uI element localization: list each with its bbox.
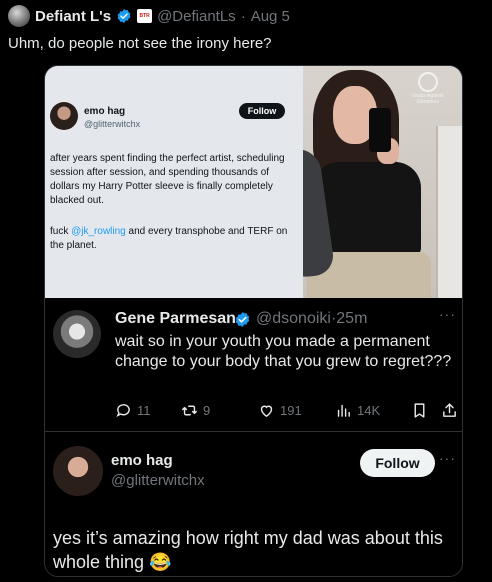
views-count: 14K bbox=[357, 403, 381, 418]
post-date[interactable]: Aug 5 bbox=[251, 8, 290, 25]
screenshot-tweet-card: emo hag @glitterwitchx Follow after year… bbox=[45, 66, 303, 298]
like-count: 191 bbox=[280, 403, 302, 418]
repost-icon bbox=[182, 405, 197, 416]
card-avatar bbox=[50, 102, 78, 130]
card-mention: @jk_rowling bbox=[71, 226, 126, 237]
second-handle: @glitterwitchx bbox=[111, 472, 205, 489]
watermark-logo-icon bbox=[418, 72, 438, 92]
phone-in-photo bbox=[369, 108, 391, 152]
post-header: Defiant L's BTR @DefiantLs · Aug 5 bbox=[8, 5, 290, 27]
watermark-line-2: Groomers bbox=[416, 98, 440, 105]
image-collage: Grass Against Groomers emo hag @glitterw… bbox=[45, 66, 462, 298]
second-tweet: emo hag @glitterwitchx Follow ··· yes it… bbox=[45, 432, 462, 576]
header-separator: · bbox=[240, 7, 246, 25]
reply-time: 25m bbox=[336, 310, 368, 327]
share-icon bbox=[443, 403, 456, 417]
card-text-1: after years spent finding the perfect ar… bbox=[50, 153, 285, 206]
reply-avatar bbox=[53, 310, 101, 358]
attached-image[interactable]: Grass Against Groomers emo hag @glitterw… bbox=[44, 65, 463, 577]
reply-handle-time: @dsonoiki·25m bbox=[256, 310, 367, 328]
author-handle[interactable]: @DefiantLs bbox=[157, 8, 236, 25]
post-text: Uhm, do people not see the irony here? bbox=[8, 35, 272, 52]
second-author-name: emo hag bbox=[111, 452, 173, 469]
card-text-2-prefix: fuck bbox=[50, 226, 72, 237]
reply-count-action: 11 bbox=[115, 402, 151, 419]
views-action: 14K bbox=[335, 402, 380, 419]
card-handle: @glitterwitchx bbox=[84, 119, 141, 129]
reply-author-name: Gene Parmesan bbox=[115, 310, 236, 327]
card-follow-button: Follow bbox=[239, 103, 285, 119]
repost-action: 9 bbox=[181, 402, 210, 419]
card-text-2: fuck @jk_rowling and every transphobe an… bbox=[50, 225, 296, 253]
reply-more-icon: ··· bbox=[439, 306, 456, 322]
reply-tweet: Gene Parmesan @dsonoiki·25m ··· wait so … bbox=[45, 298, 462, 432]
reply-verified-badge-icon bbox=[235, 312, 250, 327]
author-avatar[interactable] bbox=[8, 5, 30, 27]
reply-handle: @dsonoiki bbox=[256, 310, 331, 327]
heart-icon bbox=[260, 405, 273, 418]
second-tweet-text: yes it’s amazing how right my dad was ab… bbox=[53, 528, 443, 572]
share-action bbox=[441, 402, 458, 419]
reply-text: wait so in your youth you made a permane… bbox=[115, 333, 452, 370]
reply-count: 11 bbox=[137, 403, 151, 418]
views-bar-chart-icon bbox=[337, 404, 350, 417]
verified-badge-icon bbox=[117, 9, 131, 23]
second-avatar bbox=[53, 446, 103, 496]
affiliate-badge-icon[interactable]: BTR bbox=[137, 9, 153, 23]
like-action: 191 bbox=[258, 402, 302, 419]
card-name: emo hag bbox=[84, 106, 126, 117]
watermark: Grass Against Groomers bbox=[404, 72, 452, 106]
second-follow-button: Follow bbox=[360, 449, 435, 477]
author-name[interactable]: Defiant L's bbox=[35, 8, 111, 25]
reply-icon bbox=[116, 404, 130, 417]
photo-shelf bbox=[436, 126, 462, 298]
bookmark-icon bbox=[414, 403, 425, 418]
repost-count: 9 bbox=[203, 403, 211, 418]
reply-action-bar: 11 9 191 14K bbox=[115, 402, 461, 420]
second-more-icon: ··· bbox=[439, 450, 456, 466]
bookmark-action bbox=[411, 402, 428, 419]
